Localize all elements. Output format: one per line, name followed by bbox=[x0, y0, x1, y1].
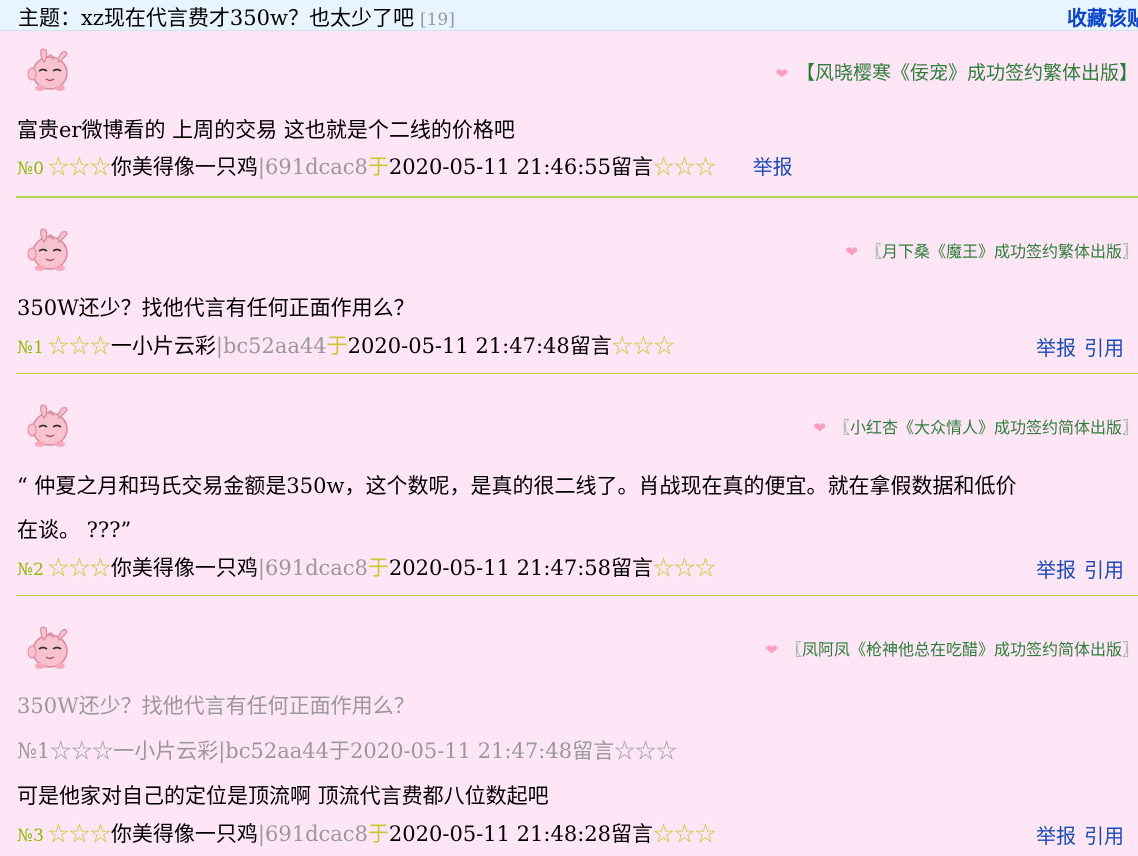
stars-right: ☆☆☆ bbox=[653, 155, 716, 179]
topic-title-text: xz现在代言费才350w？也太少了吧 bbox=[81, 6, 414, 30]
topic-prefix: 主题： bbox=[18, 6, 81, 30]
stars-left: ☆☆☆ bbox=[47, 822, 111, 846]
post-number: №2 bbox=[17, 560, 44, 580]
post-meta: №3 ☆☆☆你美得像一只鸡|691dcac8于2020-05-11 21:48:2… bbox=[17, 818, 716, 848]
post-time: 2020-05-11 21:46:55 bbox=[388, 155, 611, 179]
stars-left: ☆☆☆ bbox=[47, 556, 111, 580]
post-number: №0 bbox=[17, 159, 44, 179]
post-actions: 举报 引用 bbox=[1036, 554, 1124, 583]
quote-link[interactable]: 引用 bbox=[1084, 336, 1124, 360]
avatar bbox=[22, 40, 78, 96]
signature: ❤ 〖月下桑《魔王》成功签约繁体出版〗 bbox=[845, 238, 1138, 262]
at-label: 于 bbox=[326, 334, 348, 358]
signature-text: 〖月下桑《魔王》成功签约繁体出版〗 bbox=[865, 242, 1138, 261]
author-uid: |bc52aa44 bbox=[215, 334, 327, 358]
post-number: №3 bbox=[17, 826, 44, 846]
topic-title: 主题：xz现在代言费才350w？也太少了吧 [19] bbox=[18, 2, 455, 32]
post-suffix: 留言 bbox=[569, 334, 612, 358]
report-link[interactable]: 举报 bbox=[1036, 558, 1076, 582]
avatar bbox=[22, 396, 78, 452]
post-actions: 举报 引用 bbox=[1036, 332, 1124, 361]
at-label: 于 bbox=[367, 155, 389, 179]
post-actions: 举报 引用 bbox=[1036, 820, 1124, 849]
quote-link[interactable]: 引用 bbox=[1084, 558, 1124, 582]
post-content: 350W还少？找他代言有任何正面作用么？ bbox=[17, 296, 415, 320]
heart-icon: ❤ bbox=[813, 419, 826, 437]
post-time: 2020-05-11 21:47:48 bbox=[347, 334, 570, 358]
heart-icon: ❤ bbox=[765, 641, 778, 659]
post-suffix: 留言 bbox=[611, 822, 653, 846]
stars-left: ☆☆☆ bbox=[47, 155, 111, 179]
signature: ❤ 【风晓樱寒《佞宠》成功签约繁体出版】 bbox=[775, 58, 1138, 85]
author-name: 你美得像一只鸡 bbox=[110, 822, 258, 846]
divider bbox=[16, 196, 1138, 198]
post-content-line-2: 在谈。 ???” bbox=[17, 518, 132, 542]
report-link[interactable]: 举报 bbox=[1036, 824, 1076, 848]
reply-count: [19] bbox=[419, 10, 455, 30]
report-link[interactable]: 举报 bbox=[753, 155, 793, 179]
author-name: 一小片云彩 bbox=[110, 334, 216, 358]
divider bbox=[16, 373, 1138, 374]
post-suffix: 留言 bbox=[611, 155, 653, 179]
signature-text: 〖小红杏《大众情人》成功签约简体出版〗 bbox=[833, 418, 1138, 437]
post-meta: №0 ☆☆☆你美得像一只鸡|691dcac8于2020-05-11 21:46:5… bbox=[17, 151, 793, 181]
stars-right: ☆☆☆ bbox=[611, 334, 675, 358]
heart-icon: ❤ bbox=[775, 65, 788, 83]
post-content: 可是他家对自己的定位是顶流啊 顶流代言费都八位数起吧 bbox=[17, 784, 549, 808]
topic-header: 主题：xz现在代言费才350w？也太少了吧 [19] 收藏该贴 bbox=[0, 0, 1138, 31]
post-number: №1 bbox=[17, 338, 44, 358]
author-name: 你美得像一只鸡 bbox=[110, 556, 258, 580]
signature: ❤ 〖小红杏《大众情人》成功签约简体出版〗 bbox=[813, 414, 1138, 438]
post-time: 2020-05-11 21:47:58 bbox=[388, 556, 611, 580]
quoted-meta: №1☆☆☆一小片云彩|bc52aa44于2020-05-11 21:47:48留… bbox=[17, 739, 678, 763]
favorite-link[interactable]: 收藏该贴 bbox=[1067, 2, 1138, 31]
signature: ❤ 〖凤阿凤《枪神他总在吃醋》成功签约简体出版〗 bbox=[765, 636, 1138, 660]
quoted-content: 350W还少？找他代言有任何正面作用么？ bbox=[17, 694, 415, 718]
stars-left: ☆☆☆ bbox=[47, 334, 111, 358]
divider bbox=[16, 595, 1138, 596]
at-label: 于 bbox=[367, 556, 389, 580]
report-link[interactable]: 举报 bbox=[1036, 336, 1076, 360]
signature-text: 〖凤阿凤《枪神他总在吃醋》成功签约简体出版〗 bbox=[785, 640, 1138, 659]
signature-text: 【风晓樱寒《佞宠》成功签约繁体出版】 bbox=[795, 62, 1138, 84]
avatar bbox=[22, 220, 78, 276]
author-uid: |691dcac8 bbox=[257, 822, 368, 846]
author-name: 你美得像一只鸡 bbox=[110, 155, 258, 179]
avatar bbox=[22, 618, 78, 674]
heart-icon: ❤ bbox=[845, 243, 858, 261]
at-label: 于 bbox=[367, 822, 389, 846]
post-content-line-1: “ 仲夏之月和玛氏交易金额是350w，这个数呢，是真的很二线了。肖战现在真的便宜… bbox=[17, 474, 1017, 498]
stars-right: ☆☆☆ bbox=[653, 822, 716, 846]
post-meta: №2 ☆☆☆你美得像一只鸡|691dcac8于2020-05-11 21:47:5… bbox=[17, 552, 716, 582]
author-uid: |691dcac8 bbox=[257, 155, 368, 179]
post-time: 2020-05-11 21:48:28 bbox=[388, 822, 611, 846]
stars-right: ☆☆☆ bbox=[653, 556, 716, 580]
quote-link[interactable]: 引用 bbox=[1084, 824, 1124, 848]
post-content: 富贵er微博看的 上周的交易 这也就是个二线的价格吧 bbox=[17, 118, 515, 142]
post-suffix: 留言 bbox=[611, 556, 653, 580]
author-uid: |691dcac8 bbox=[257, 556, 368, 580]
post-meta: №1 ☆☆☆一小片云彩|bc52aa44于2020-05-11 21:47:48留… bbox=[17, 330, 675, 360]
